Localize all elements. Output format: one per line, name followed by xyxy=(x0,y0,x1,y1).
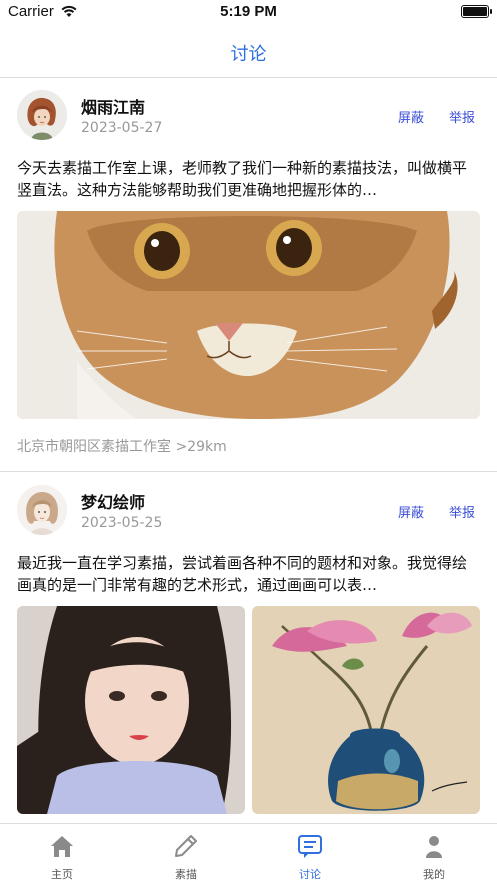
post-text[interactable]: 最近我一直在学习素描，尝试着画各种不同的题材和对象。我觉得绘画真的是一门非常有趣… xyxy=(17,552,481,596)
person-icon xyxy=(426,836,442,858)
tab-profile[interactable]: 我的 xyxy=(372,824,496,883)
tab-label: 素描 xyxy=(175,868,197,881)
tab-home[interactable]: 主页 xyxy=(0,824,124,883)
post-username[interactable]: 梦幻绘师 xyxy=(81,489,145,513)
block-button[interactable]: 屏蔽 xyxy=(398,502,424,521)
tab-label: 讨论 xyxy=(299,868,321,881)
post-card[interactable]: 烟雨江南 2023-05-27 屏蔽 举报 今天去素描工作室上课，老师教了我们一… xyxy=(0,78,497,472)
page-title: 讨论 xyxy=(230,44,267,65)
post-date: 2023-05-27 xyxy=(81,120,163,136)
chat-icon xyxy=(298,835,322,858)
post-text[interactable]: 今天去素描工作室上课，老师教了我们一种新的素描技法，叫做横平竖直法。这种方法能够… xyxy=(17,157,481,201)
block-button[interactable]: 屏蔽 xyxy=(398,107,424,126)
post-image-cat-sketch[interactable] xyxy=(17,211,480,419)
post-username[interactable]: 烟雨江南 xyxy=(81,94,145,118)
pencil-icon xyxy=(175,835,197,857)
tab-label: 我的 xyxy=(423,868,445,881)
home-icon xyxy=(51,836,73,857)
tab-label: 主页 xyxy=(51,868,73,881)
tab-sketch[interactable]: 素描 xyxy=(124,824,248,883)
tab-discussion[interactable]: 讨论 xyxy=(248,824,372,883)
post-card[interactable]: 梦幻绘师 2023-05-25 屏蔽 举报 最近我一直在学习素描，尝试着画各种不… xyxy=(0,473,497,823)
report-button[interactable]: 举报 xyxy=(449,502,475,521)
status-time: 5:19 PM xyxy=(220,3,277,20)
avatar[interactable] xyxy=(17,90,67,140)
status-bar: Carrier 5:19 PM xyxy=(0,0,497,26)
tab-bar: 主页 素描 讨论 我的 xyxy=(0,823,497,883)
avatar[interactable] xyxy=(17,485,67,535)
nav-bar: 讨论 xyxy=(0,26,497,78)
discussion-feed[interactable]: 烟雨江南 2023-05-27 屏蔽 举报 今天去素描工作室上课，老师教了我们一… xyxy=(0,78,497,823)
post-image-portrait[interactable] xyxy=(17,606,245,814)
post-location[interactable]: 北京市朝阳区素描工作室 >29km xyxy=(17,436,227,456)
post-image-vase-drawing[interactable] xyxy=(252,606,480,814)
battery-icon xyxy=(461,5,492,18)
post-date: 2023-05-25 xyxy=(81,515,163,531)
report-button[interactable]: 举报 xyxy=(449,107,475,126)
